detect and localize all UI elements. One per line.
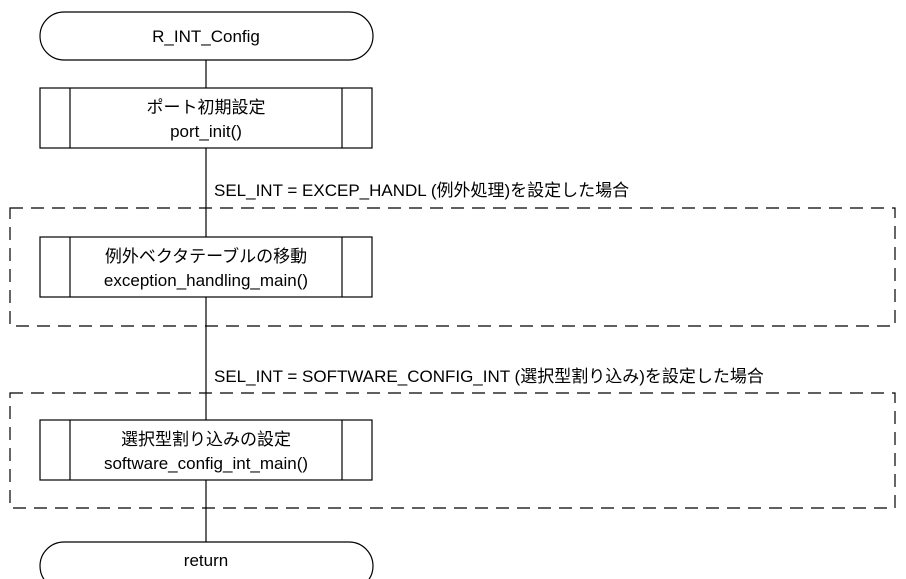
process-software-config-int: 選択型割り込みの設定 software_config_int_main() [39,419,373,481]
terminal-start-label: R_INT_Config [152,27,260,46]
process-software-config-int-title: 選択型割り込みの設定 [121,430,291,449]
process-port-init-title: ポート初期設定 [147,98,266,117]
terminal-start: R_INT_Config [39,11,374,61]
process-exception-handling-title: 例外ベクタテーブルの移動 [105,246,307,266]
condition-label-exception: SEL_INT = EXCEP_HANDL (例外処理)を設定した場合 [214,181,629,200]
condition-label-software-config: SEL_INT = SOFTWARE_CONFIG_INT (選択型割り込み)を… [214,367,764,386]
process-exception-handling: 例外ベクタテーブルの移動 exception_handling_main() [39,236,373,298]
process-port-init-func: port_init() [170,122,242,141]
terminal-end: return [39,541,374,579]
flowchart: R_INT_Config ポート初期設定 port_init() SEL_INT… [9,11,896,579]
process-port-init: ポート初期設定 port_init() [39,87,373,149]
process-exception-handling-func: exception_handling_main() [104,271,308,290]
terminal-end-label: return [184,551,228,570]
process-software-config-int-func: software_config_int_main() [104,454,308,473]
